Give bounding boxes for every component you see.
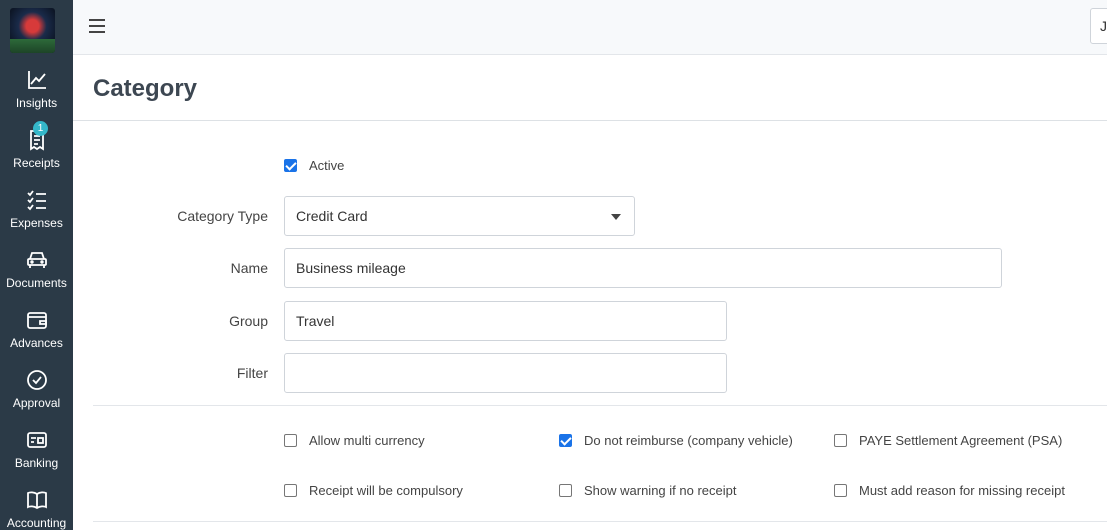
do-not-reimburse-checkbox[interactable] (559, 434, 572, 447)
filter-input[interactable] (284, 353, 727, 393)
receipt-compulsory-label: Receipt will be compulsory (309, 483, 463, 498)
group-input[interactable]: Travel (284, 301, 727, 341)
sidebar-item-receipts[interactable]: 1 Receipts (0, 121, 73, 189)
page-title: Category (93, 75, 198, 102)
caret-down-icon (611, 214, 621, 220)
sidebar-item-label: Banking (14, 456, 59, 470)
category-type-label: Category Type (177, 208, 268, 224)
active-checkbox[interactable] (284, 159, 297, 172)
sidebar-item-insights[interactable]: Insights (0, 69, 73, 129)
wallet-icon (26, 312, 47, 329)
sidebar-item-expenses[interactable]: Expenses (0, 189, 73, 249)
paye-settlement-checkbox[interactable] (834, 434, 847, 447)
checklist-icon (26, 190, 46, 211)
name-input[interactable]: Business mileage (284, 248, 1002, 288)
show-warning-label: Show warning if no receipt (584, 483, 737, 498)
section-divider (93, 405, 1107, 406)
allow-multi-currency-label: Allow multi currency (309, 433, 425, 448)
category-type-select[interactable]: Credit Card (284, 196, 635, 236)
allow-multi-currency-checkbox[interactable] (284, 434, 297, 447)
chart-line-icon (27, 71, 46, 89)
sidebar-item-label: Advances (10, 336, 63, 350)
bank-card-icon (26, 432, 47, 448)
category-type-value: Credit Card (296, 208, 368, 224)
section-divider (93, 521, 1107, 522)
name-value: Business mileage (296, 260, 406, 276)
check-circle-icon (26, 370, 47, 390)
must-add-reason-checkbox[interactable] (834, 484, 847, 497)
sidebar-item-label: Approval (12, 396, 61, 410)
name-label: Name (230, 260, 268, 276)
book-icon (26, 491, 47, 510)
must-add-reason-label: Must add reason for missing receipt (859, 483, 1065, 498)
receipt-compulsory-checkbox[interactable] (284, 484, 297, 497)
group-value: Travel (296, 313, 335, 329)
page-header: Category (73, 55, 1107, 121)
sidebar-item-documents[interactable]: Documents (0, 249, 73, 309)
company-logo[interactable] (10, 8, 55, 53)
sidebar-item-label: Documents (6, 276, 67, 290)
top-bar: Jo (73, 0, 1107, 55)
group-label: Group (229, 313, 268, 329)
active-label: Active (309, 158, 345, 173)
sidebar-item-banking[interactable]: Banking (0, 429, 73, 489)
do-not-reimburse-label: Do not reimburse (company vehicle) (584, 433, 793, 448)
hamburger-menu-icon[interactable] (89, 19, 105, 33)
sidebar-item-label: Receipts (13, 156, 60, 170)
sidebar-item-label: Expenses (10, 216, 63, 230)
sidebar-item-advances[interactable]: Advances (0, 309, 73, 369)
sidebar-item-label: Accounting (6, 516, 67, 530)
show-warning-checkbox[interactable] (559, 484, 572, 497)
sidebar: Insights 1 Receipts Expenses Documents A… (0, 0, 73, 530)
filter-label: Filter (236, 365, 268, 381)
receipts-badge: 1 (33, 121, 48, 136)
user-menu[interactable]: Jo (1090, 8, 1107, 44)
paye-settlement-label: PAYE Settlement Agreement (PSA) (859, 433, 1063, 448)
car-icon (26, 252, 47, 268)
sidebar-item-accounting[interactable]: Accounting (0, 489, 73, 530)
sidebar-item-approval[interactable]: Approval (0, 369, 73, 429)
sidebar-item-label: Insights (15, 96, 58, 110)
